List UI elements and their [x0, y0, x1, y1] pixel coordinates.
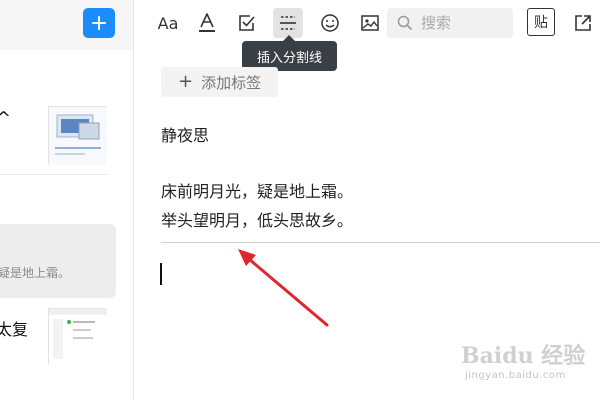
list-divider	[0, 174, 108, 175]
search-icon	[397, 15, 413, 31]
search-field[interactable]	[387, 8, 513, 38]
checklist-button[interactable]	[232, 8, 262, 38]
search-input[interactable]	[421, 14, 509, 32]
note-list-item-selected[interactable]: 疑是地上霜。	[0, 224, 116, 298]
watermark-url: jingyan.baidu.com	[465, 370, 566, 381]
note-item-snippet: 疑是地上霜。	[0, 266, 71, 280]
insert-image-button[interactable]	[355, 8, 385, 38]
insert-divider-button[interactable]	[273, 8, 303, 38]
note-thumbnail	[48, 106, 107, 165]
add-tag-label: 添加标签	[201, 73, 262, 92]
note-item-title: ^	[0, 108, 11, 129]
paste-icon: 贴	[534, 15, 548, 31]
paste-button[interactable]: 贴	[527, 8, 555, 36]
checkbox-icon	[239, 15, 255, 31]
editor-toolbar: Aa 搜索 贴	[135, 0, 600, 46]
note-list-item[interactable]: ^	[0, 98, 133, 176]
note-list-pane: ^ 疑是地上霜。 太复	[0, 0, 134, 400]
text-caret	[160, 263, 162, 285]
divider-line-icon	[280, 16, 296, 30]
add-tag-button[interactable]: + 添加标签	[161, 67, 278, 97]
note-list-item[interactable]: 太复	[0, 306, 133, 366]
note-item-title: 太复	[0, 320, 29, 339]
baidu-watermark: Baidu 经验 jingyan.baidu.com	[461, 330, 600, 390]
plus-icon: +	[178, 71, 194, 92]
note-body-line[interactable]: 床前明月光，疑是地上霜。	[161, 178, 353, 202]
external-link-icon	[575, 15, 591, 31]
watermark-logo: Baidu 经验	[461, 343, 586, 369]
smiley-icon	[321, 14, 339, 32]
font-size-icon: Aa	[157, 13, 179, 33]
plus-icon	[92, 16, 106, 30]
note-body-line[interactable]: 举头望明月，低头思故乡。	[161, 207, 353, 231]
note-body-title[interactable]: 静夜思	[161, 122, 209, 146]
inserted-divider-line	[161, 242, 600, 243]
font-style-button[interactable]: Aa	[153, 8, 183, 38]
note-thumbnail	[48, 308, 107, 365]
note-list-header	[0, 0, 133, 50]
text-color-icon	[199, 13, 215, 32]
emoji-button[interactable]	[315, 8, 345, 38]
image-icon	[361, 15, 379, 31]
text-color-button[interactable]	[192, 8, 222, 38]
new-note-button[interactable]	[83, 8, 115, 38]
open-external-button[interactable]	[568, 8, 598, 38]
note-editor: Aa 搜索 贴 插入分割线 + 添加标签 静夜思 床前明月光，疑是地上霜。 举头…	[135, 0, 600, 400]
